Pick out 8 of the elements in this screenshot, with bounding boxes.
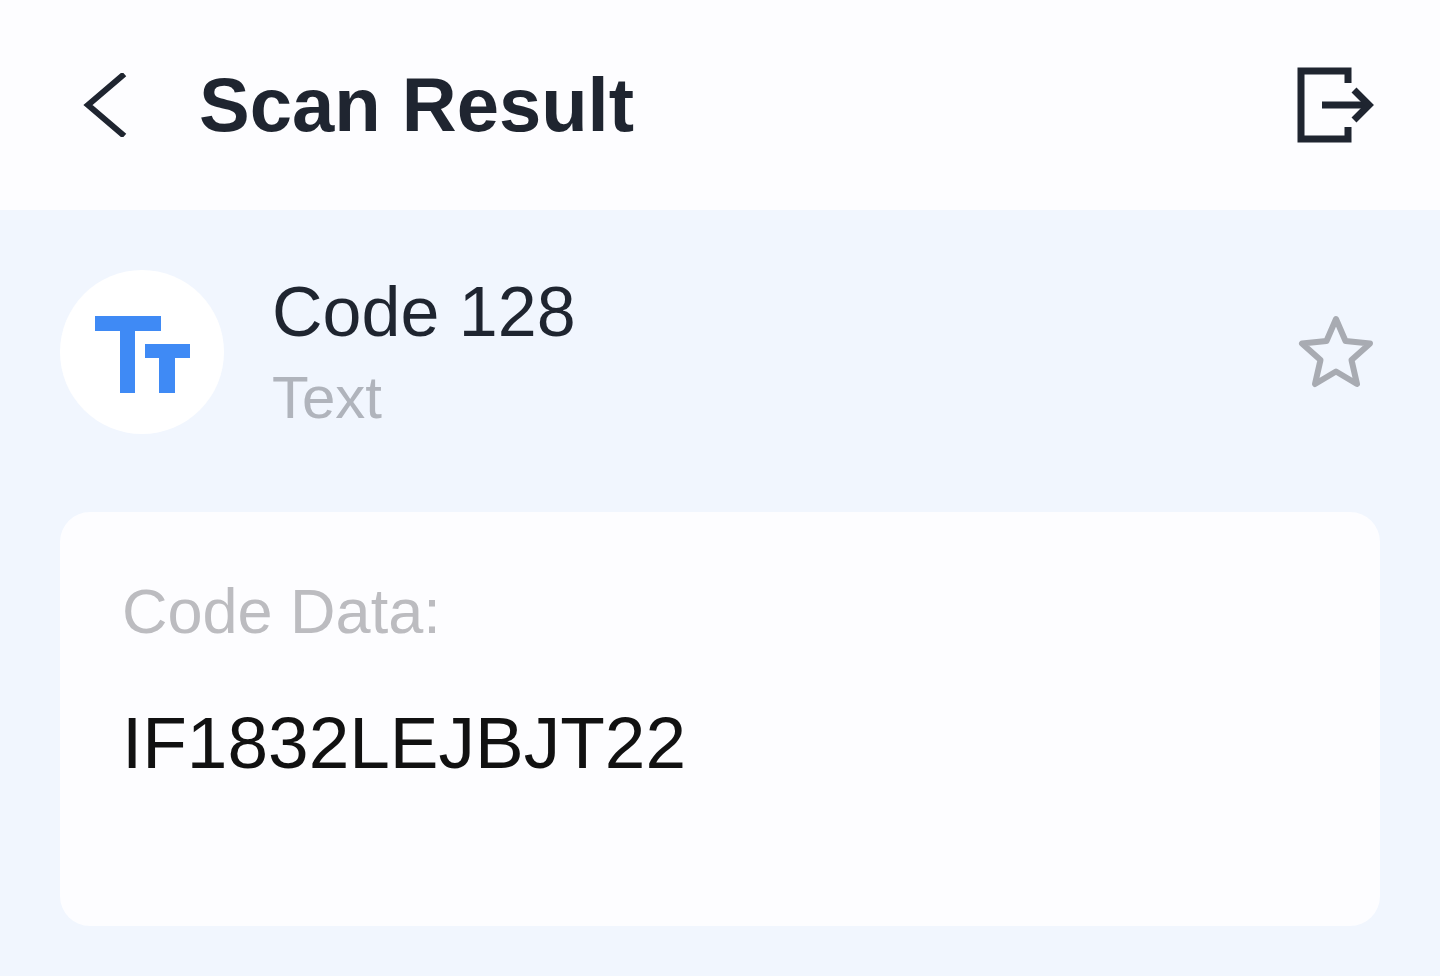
page-title: Scan Result bbox=[199, 61, 635, 150]
content-type: Text bbox=[272, 363, 384, 433]
back-icon[interactable] bbox=[82, 73, 128, 137]
code-data-value: IF1832LEJBJT22 bbox=[122, 700, 687, 785]
code-data-label: Code Data: bbox=[122, 575, 441, 648]
text-type-icon bbox=[60, 270, 224, 434]
star-icon[interactable] bbox=[1297, 315, 1375, 389]
barcode-format: Code 128 bbox=[272, 272, 576, 353]
